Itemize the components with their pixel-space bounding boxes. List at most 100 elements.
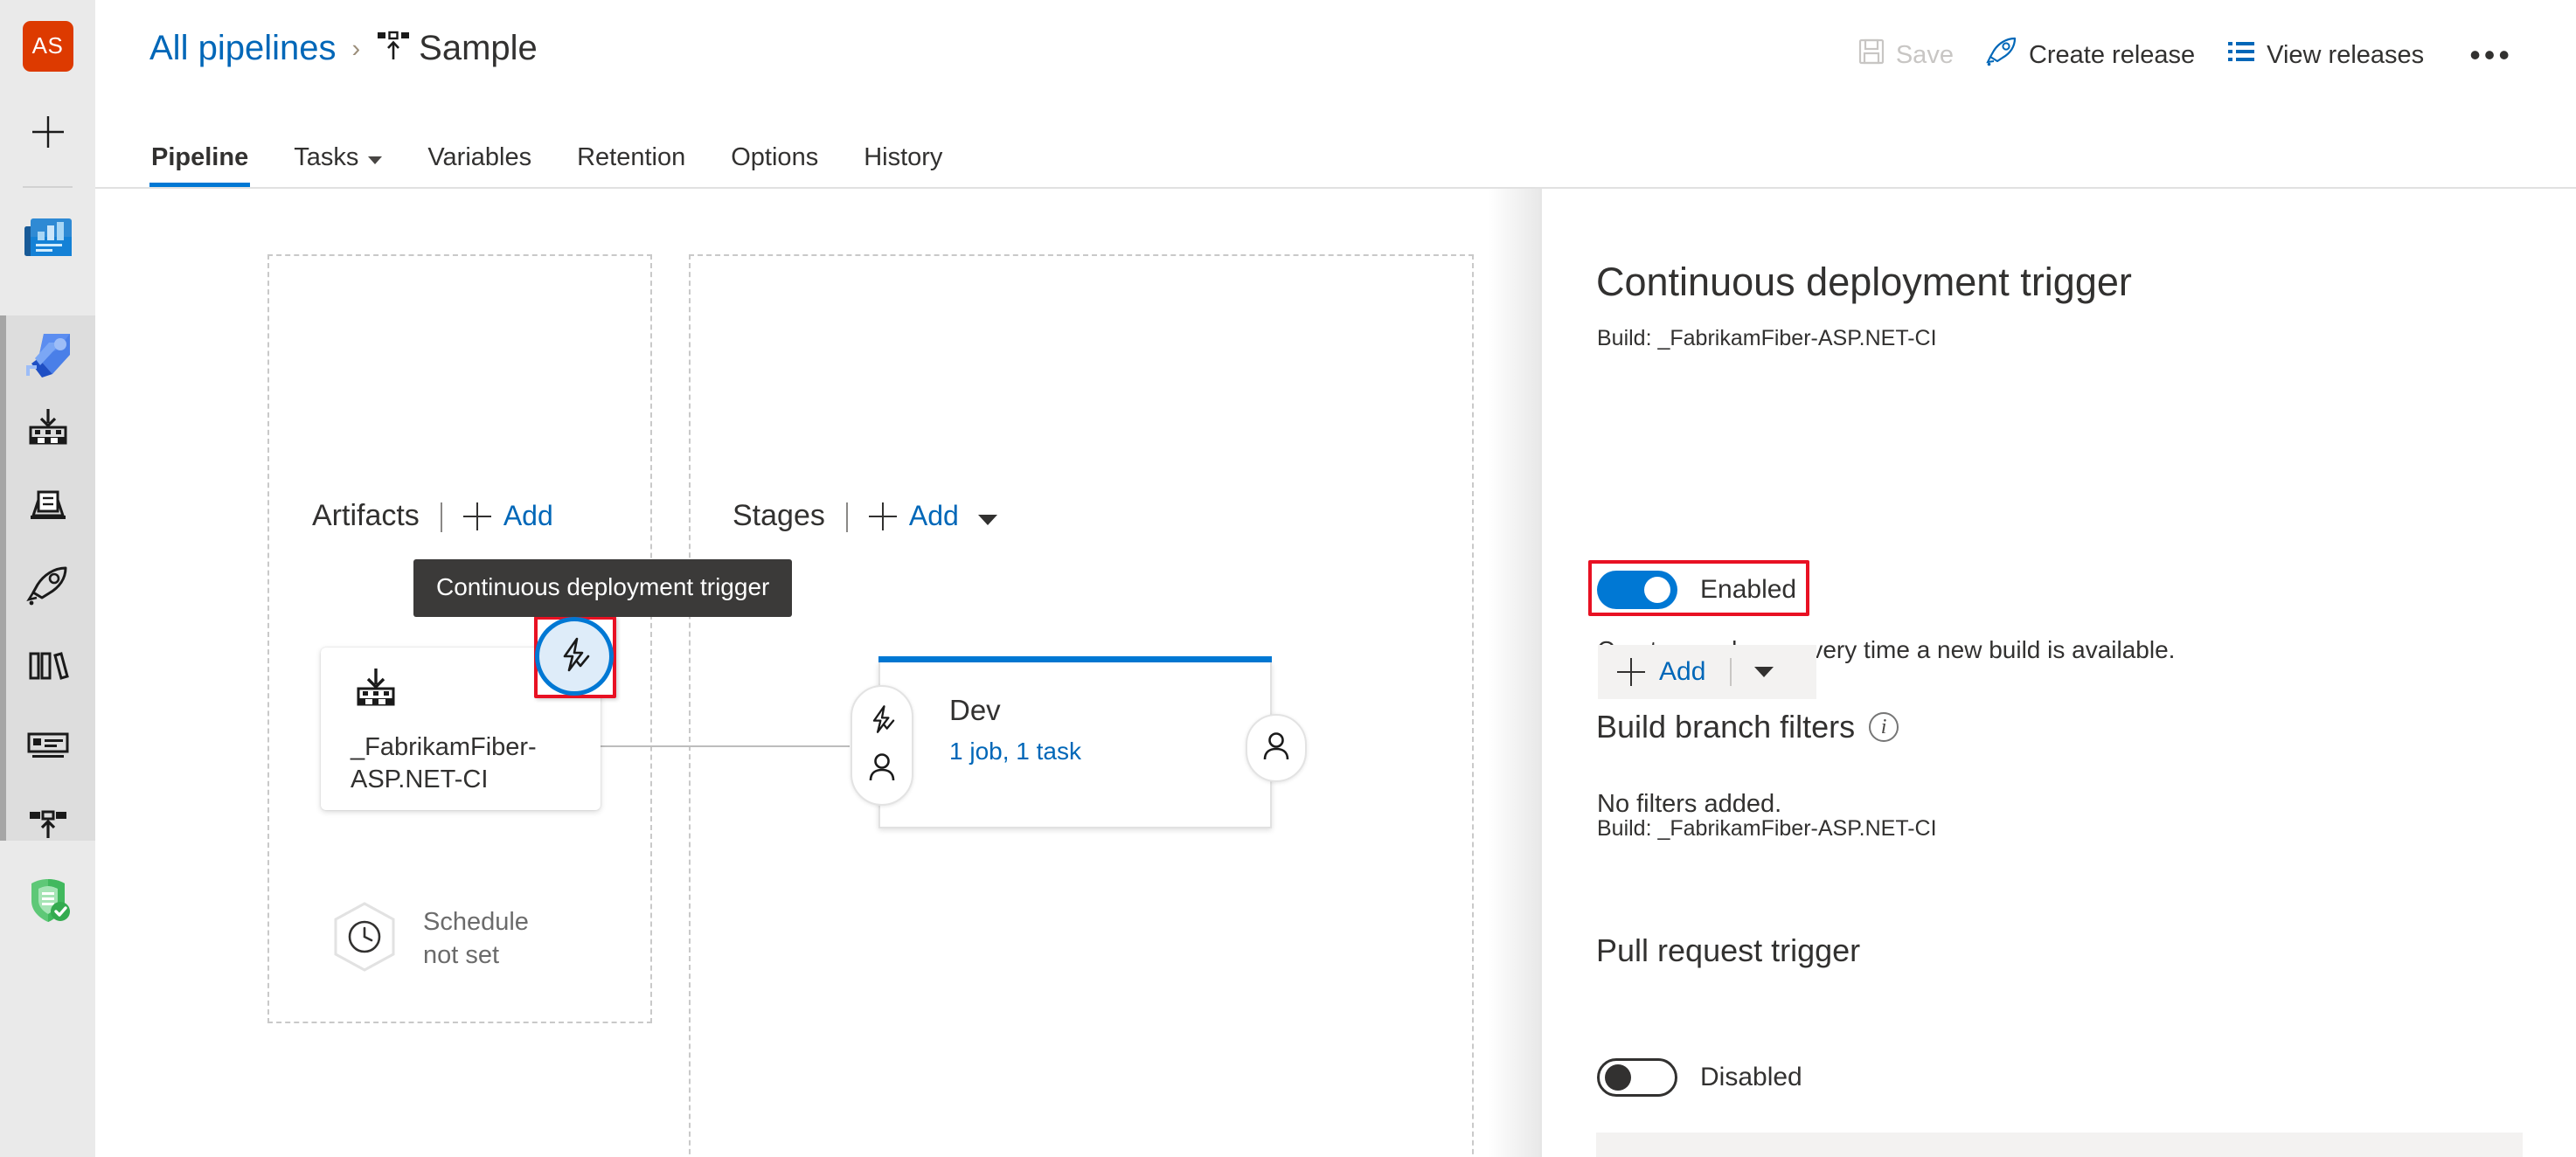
stage-name: Dev (949, 694, 1001, 726)
more-actions-button[interactable]: ••• (2440, 39, 2531, 71)
schedule-label: Schedule not set (423, 906, 529, 971)
sidebar-item-deployment-groups[interactable] (0, 784, 95, 864)
info-icon[interactable]: i (1869, 712, 1899, 742)
lightning-check-icon (866, 703, 898, 739)
add-stage-button[interactable]: Add (909, 500, 959, 532)
add-build-branch-filter-button[interactable]: Add (1598, 645, 1816, 699)
tab-retention-label: Retention (577, 142, 686, 171)
avatar[interactable]: AS (22, 20, 73, 72)
save-floppy-icon (1857, 38, 1885, 73)
tab-tasks-label: Tasks (294, 142, 359, 171)
chevron-down-icon[interactable] (1754, 667, 1774, 677)
pull-request-info-box: i Enabling this will create a release ev… (1596, 1133, 2523, 1157)
org-avatar-zone[interactable]: AS (0, 0, 95, 92)
pr-enabled-toggle[interactable] (1597, 1058, 1677, 1097)
sidebar-item-releases[interactable] (0, 545, 95, 626)
task-groups-icon (27, 732, 68, 758)
artifacts-download-icon (29, 409, 66, 445)
tab-history[interactable]: History (841, 107, 965, 188)
cd-toggle-highlight-box (1588, 560, 1809, 616)
sidebar-item-artifacts[interactable] (0, 386, 95, 467)
plus-icon (868, 502, 897, 530)
deployment-groups-icon (29, 810, 66, 838)
tab-options[interactable]: Options (708, 107, 841, 188)
builds-icon (30, 490, 66, 519)
tab-options-label: Options (731, 142, 819, 171)
view-releases-label: View releases (2267, 40, 2425, 69)
stages-header: Stages Add (733, 499, 997, 533)
build-artifact-icon (354, 667, 398, 713)
continuous-deployment-trigger-button[interactable] (535, 617, 614, 696)
pre-deployment-conditions-button[interactable] (851, 685, 913, 806)
add-filter-label: Add (1659, 657, 1706, 686)
tab-variables-label: Variables (427, 142, 532, 171)
tab-history-label: History (864, 142, 943, 171)
sidebar-item-security[interactable] (0, 861, 95, 941)
sidebar-item-new-item[interactable] (0, 92, 95, 172)
tab-tasks[interactable]: Tasks (271, 107, 405, 188)
tab-bar: Pipeline Tasks Variables Retention Optio… (95, 107, 2576, 191)
left-nav-rail: AS (0, 0, 95, 1157)
stages-header-divider (845, 502, 848, 532)
library-books-icon (29, 652, 69, 680)
shield-check-icon (31, 879, 70, 922)
panel-title: Continuous deployment trigger (1596, 260, 2132, 304)
sidebar-item-library[interactable] (0, 625, 95, 705)
chevron-down-icon (368, 156, 383, 164)
azure-repos-icon (25, 334, 70, 378)
lightning-check-icon (555, 635, 594, 678)
sidebar-item-task-groups[interactable] (0, 704, 95, 785)
save-button[interactable]: Save (1842, 34, 1969, 76)
rocket-icon (1985, 37, 2018, 73)
artifacts-title: Artifacts (312, 499, 420, 532)
artifacts-header-divider (440, 502, 442, 532)
breadcrumb-all-pipelines[interactable]: All pipelines (149, 31, 336, 66)
header-actions: Save Create release View releases ••• (1842, 33, 2531, 77)
tab-pipeline-label: Pipeline (151, 142, 249, 171)
create-release-label: Create release (2028, 40, 2196, 69)
build-branch-filters-heading: Build branch filters i (1596, 709, 1899, 745)
view-releases-button[interactable]: View releases (2211, 35, 2440, 75)
pr-toggle-row: Disabled (1597, 1058, 1802, 1097)
schedule-trigger[interactable]: Schedule not set (327, 900, 529, 978)
schedule-line1: Schedule (423, 908, 529, 937)
tab-pipeline[interactable]: Pipeline (128, 107, 271, 188)
tab-retention[interactable]: Retention (554, 107, 708, 188)
save-button-label: Save (1895, 40, 1954, 69)
rail-divider (23, 186, 73, 188)
add-button-divider (1730, 658, 1732, 686)
page-header: All pipelines › Sample Save Create relea… (95, 0, 2576, 107)
dashboard-icon (24, 218, 72, 256)
schedule-line2: not set (423, 940, 500, 969)
artifact-name: _FabrikamFiber-ASP.NET-CI (351, 733, 537, 793)
breadcrumb: All pipelines › Sample (149, 24, 538, 66)
stages-title: Stages (733, 499, 825, 532)
plus-icon (462, 502, 491, 530)
person-icon (867, 752, 897, 787)
tab-variables[interactable]: Variables (405, 107, 554, 188)
sidebar-item-overview[interactable] (0, 197, 95, 277)
continuous-deployment-tooltip: Continuous deployment trigger (413, 559, 793, 617)
sidebar-item-repos[interactable] (0, 315, 95, 396)
sidebar-item-builds[interactable] (0, 466, 95, 546)
page-title: Sample (419, 29, 538, 67)
stage-summary-link[interactable]: 1 job, 1 task (949, 738, 1081, 766)
clock-hexagon-icon (327, 900, 402, 978)
add-artifact-button[interactable]: Add (503, 500, 553, 532)
release-pipeline-icon (376, 30, 411, 65)
stage-card-dev[interactable]: Dev 1 job, 1 task (878, 662, 1272, 828)
no-filters-text: No filters added. (1597, 790, 1782, 818)
plus-icon (1617, 658, 1645, 686)
list-lines-icon (2226, 38, 2256, 72)
pr-toggle-label: Disabled (1700, 1063, 1802, 1091)
pull-request-trigger-heading-label: Pull request trigger (1596, 932, 1861, 968)
panel-edge-shadow (1488, 189, 1540, 1157)
cd-build-source-label: Build: _FabrikamFiber-ASP.NET-CI (1597, 326, 1937, 350)
create-release-button[interactable]: Create release (1969, 33, 2211, 77)
post-deployment-conditions-button[interactable] (1246, 714, 1307, 782)
pr-build-source-label: Build: _FabrikamFiber-ASP.NET-CI (1597, 816, 1937, 841)
chevron-down-icon[interactable] (977, 514, 997, 525)
build-branch-filters-heading-label: Build branch filters (1596, 709, 1856, 745)
pull-request-trigger-heading: Pull request trigger (1596, 932, 1860, 969)
main-content: All pipelines › Sample Save Create relea… (95, 0, 2576, 1157)
